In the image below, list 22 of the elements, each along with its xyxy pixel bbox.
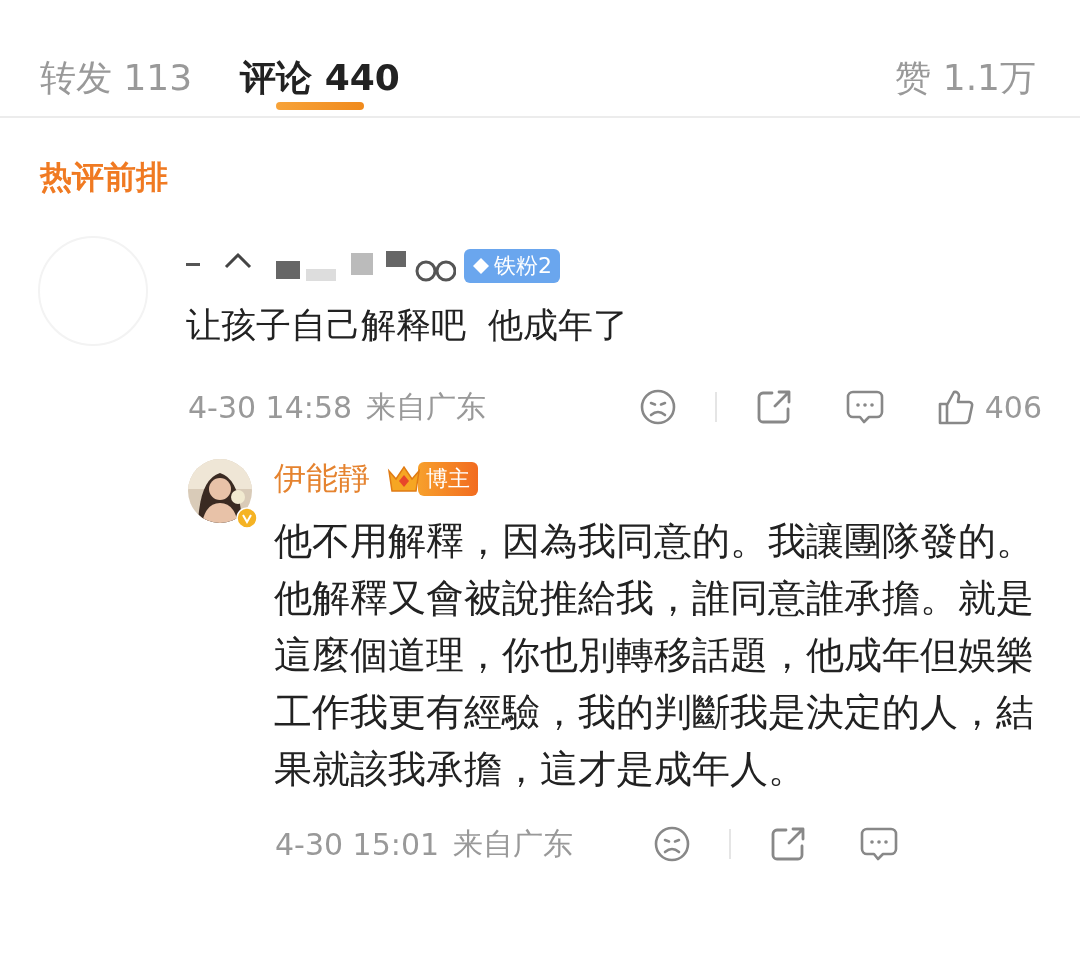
reply-text: 他不用解釋，因為我同意的。我讓團隊發的。他解釋又會被說推給我，誰同意誰承擔。就是這麼個道理，你也別轉移話題，他成年但娛樂工作我更有經驗，我的判斷我是決定的人，結果就該我承擔，這才是成年人。 [274, 518, 1035, 793]
diamond-icon [472, 257, 490, 275]
like-count: 406 [984, 389, 1042, 425]
author-name[interactable]: 伊能靜 [274, 457, 370, 501]
comment-icon[interactable] [844, 388, 885, 426]
badge-label: 铁粉2 [494, 252, 552, 280]
tab[interactable]: 转发 113 [40, 0, 193, 116]
sad-face-icon[interactable] [638, 388, 677, 426]
thumbs-up-icon[interactable] [936, 388, 975, 426]
sad-face-icon[interactable] [653, 825, 692, 863]
comment-time: 4-30 15:01 [275, 826, 440, 862]
verified-badge-icon [236, 507, 258, 529]
tab[interactable]: 评论 440 [240, 0, 400, 116]
comment-location: 来自广东 [453, 824, 574, 863]
comment-text: 让孩子自己解释吧 他成年了 [186, 304, 629, 347]
blogger-badge: 博主 [418, 462, 478, 496]
comment-time: 4-30 14:58 [188, 389, 353, 425]
comment-icon[interactable] [859, 825, 900, 863]
section-title: 热评前排 [38, 157, 169, 198]
likes-tab[interactable]: 赞 1.1万 [895, 0, 1036, 116]
crown-icon [386, 463, 422, 495]
comment-location: 来自广东 [366, 387, 487, 426]
